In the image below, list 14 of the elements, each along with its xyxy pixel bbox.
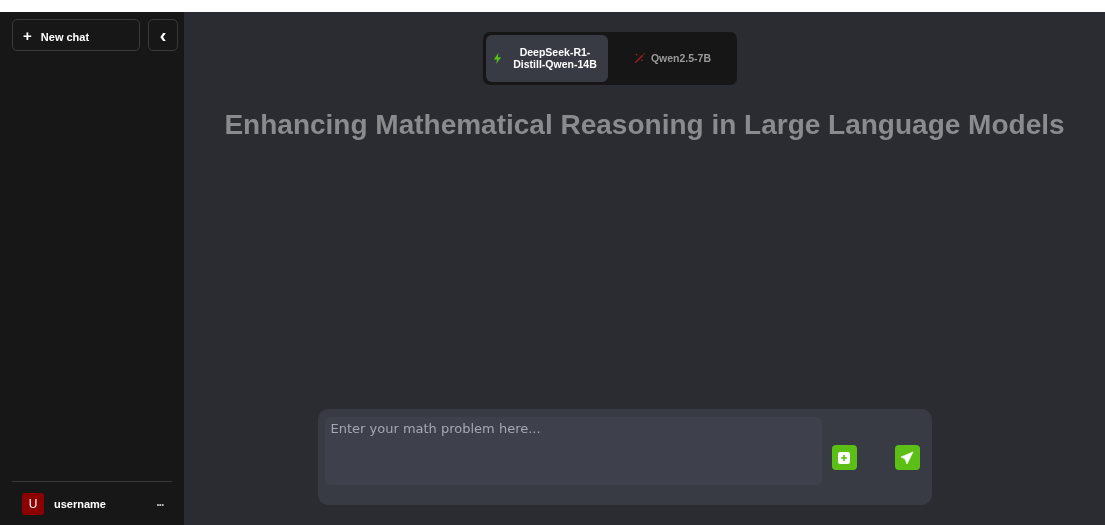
magic-wand-icon bbox=[633, 53, 645, 64]
model-tab[interactable]: Qwen2.5-7B bbox=[611, 35, 734, 82]
attach-button[interactable] bbox=[831, 445, 857, 470]
lightning-icon bbox=[492, 53, 503, 64]
add-square-icon bbox=[838, 451, 850, 464]
collapse-sidebar-button[interactable]: ‹ bbox=[148, 19, 178, 51]
new-chat-button[interactable]: + New chat bbox=[12, 19, 140, 51]
user-avatar: U bbox=[22, 493, 44, 515]
page-title: Enhancing Mathematical Reasoning in Large Language Models bbox=[224, 109, 1065, 141]
send-button[interactable] bbox=[894, 445, 920, 470]
username-label: username bbox=[54, 498, 107, 510]
model-tab[interactable]: DeepSeek-R1-Distill-Qwen-14B bbox=[485, 35, 608, 82]
math-problem-input[interactable]: Enter your math problem here... bbox=[324, 417, 822, 485]
paper-plane-icon bbox=[900, 450, 914, 465]
